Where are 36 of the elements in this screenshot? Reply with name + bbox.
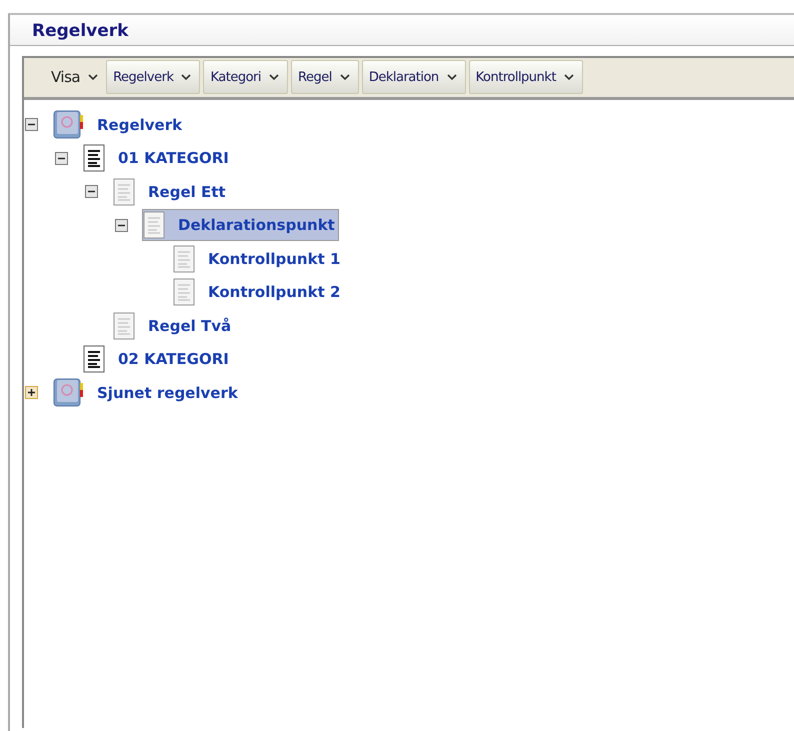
chevron-icon [564, 74, 574, 80]
tree-item[interactable]: Regel Ett [112, 176, 230, 208]
chevron-icon [181, 74, 192, 80]
collapse-icon[interactable] [115, 218, 128, 232]
collapse-icon[interactable] [25, 118, 38, 132]
tree-item[interactable]: 01 KATEGORI [82, 142, 233, 174]
view-menu[interactable]: Visa [50, 60, 104, 94]
collapse-icon[interactable] [55, 152, 68, 165]
chevron-icon [446, 74, 457, 80]
tree-item[interactable]: Kontrollpunkt 1 [172, 242, 344, 275]
document-icon [83, 144, 105, 172]
page-icon [113, 312, 135, 340]
tree-item[interactable]: Deklarationspunkt [142, 209, 339, 242]
chevron-icon [88, 74, 98, 80]
tree-item[interactable]: Regelverk [52, 108, 186, 141]
expand-icon[interactable] [25, 386, 38, 400]
page-icon [173, 278, 195, 306]
tree-item[interactable]: 02 KATEGORI [82, 343, 233, 376]
dropdown-button[interactable]: Regelverk [106, 60, 200, 94]
book-icon [53, 110, 84, 140]
tree-item[interactable]: Kontrollpunkt 2 [172, 276, 344, 308]
dropdown-button[interactable]: Regel [291, 60, 359, 94]
page-icon [143, 211, 165, 240]
chevron-icon [340, 74, 350, 80]
window-title: Regelverk [32, 21, 128, 41]
tree-item[interactable]: Regel Två [112, 310, 236, 342]
document-icon [83, 345, 105, 374]
dropdown-button[interactable]: Kategori [203, 60, 288, 94]
collapse-icon[interactable] [85, 185, 98, 198]
page-icon [173, 244, 195, 273]
chevron-icon [269, 74, 280, 80]
book-icon [53, 378, 84, 408]
tree-item[interactable]: Sjunet regelverk [52, 376, 242, 409]
dropdown-button[interactable]: Kontrollpunkt [468, 60, 583, 94]
dropdown-button[interactable]: Deklaration [362, 60, 466, 94]
page-icon [113, 178, 135, 206]
